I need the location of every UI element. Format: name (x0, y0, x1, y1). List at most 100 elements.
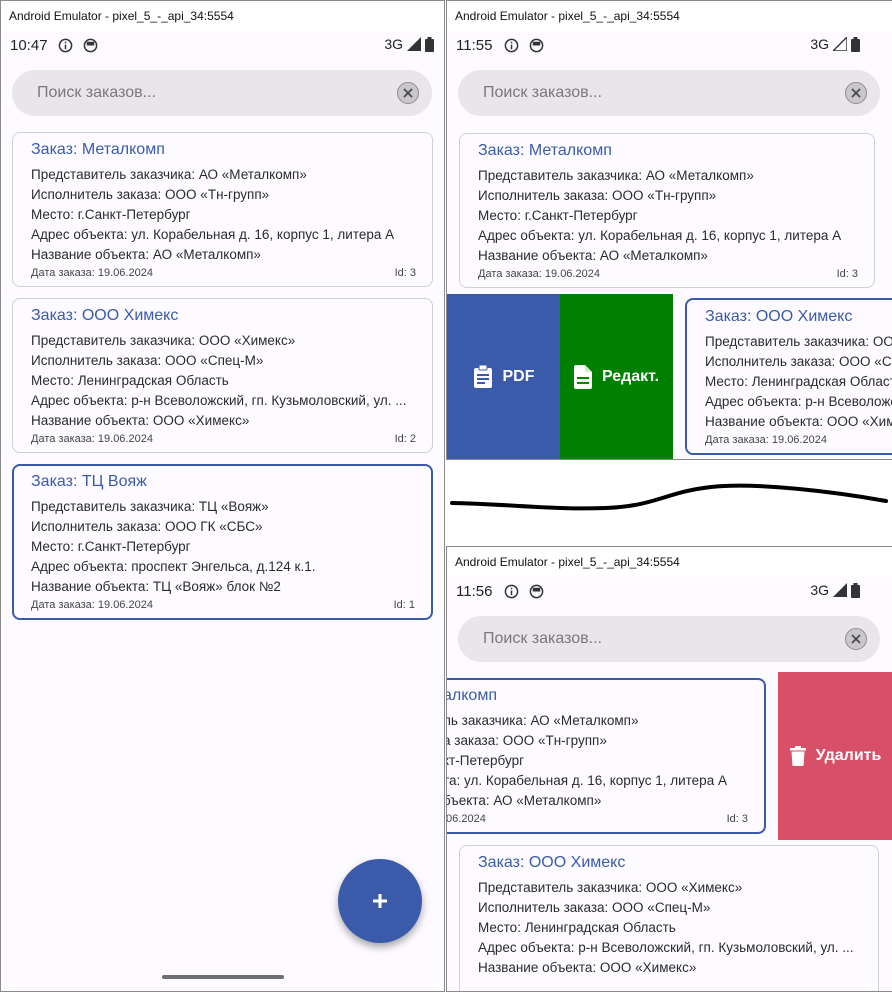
order-place: Место: Ленинградская Область (31, 373, 229, 388)
order-executor: Исполнитель заказа: ООО «Спец-М» (31, 353, 264, 368)
order-object: Название объекта: ООО «Химекс» (31, 413, 250, 428)
order-representative: Представитель заказчика: ТЦ «Вояж» (31, 499, 269, 514)
order-id: Id: 3 (726, 813, 748, 825)
status-time: 11:55 (456, 37, 493, 54)
search-input[interactable]: Поиск заказов... (483, 630, 602, 648)
order-executor: Исполнитель заказа: ООО ГК «СБС» (31, 519, 263, 534)
order-id: Id: 2 (394, 433, 416, 445)
order-object: бъекта: АО «Металкомп» (447, 793, 602, 808)
delete-label: Удалить (815, 747, 882, 764)
window-title: Android Emulator - pixel_5_-_api_34:5554 (447, 1, 892, 31)
order-place: Место: г.Санкт-Петербург (478, 208, 638, 223)
order-address: Адрес объекта: р-н Всеволожский, гп. Куз… (705, 394, 892, 409)
battery-icon (425, 36, 434, 52)
order-date: Дата заказа: 19.06.2024 (31, 267, 153, 279)
emulator-window-3: Android Emulator - pixel_5_-_api_34:5554… (446, 546, 892, 992)
status-right: 3G (810, 36, 860, 52)
gesture-nav-bar[interactable] (162, 975, 284, 979)
info-icon (58, 38, 73, 53)
order-representative: Представитель заказчика: АО «Металкомп» (31, 167, 307, 182)
order-date: .06.2024 (447, 813, 486, 825)
order-representative: ль заказчика: АО «Металкомп» (447, 713, 639, 728)
order-title: Заказ: Металкомп (478, 142, 612, 159)
order-card[interactable]: Заказ: ООО Химекс Представитель заказчик… (12, 298, 433, 453)
close-icon (851, 88, 861, 98)
pdf-action-button[interactable]: PDF (447, 294, 560, 459)
status-bar: 11:56 3G (447, 577, 892, 607)
order-title: Заказ: ООО Химекс (705, 308, 853, 325)
order-date: Дата заказа: 19.06.2024 (31, 599, 153, 611)
info-icon (504, 38, 519, 53)
close-icon (851, 634, 861, 644)
delete-action-button[interactable]: Удалить (778, 672, 892, 840)
order-representative: Представитель заказчика: ООО «Химекс» (31, 333, 296, 348)
order-address: Адрес объекта: ул. Корабельная д. 16, ко… (478, 228, 842, 243)
order-id: Id: 1 (393, 599, 415, 611)
close-icon (403, 88, 413, 98)
edit-action-button[interactable]: Редакт. (560, 294, 673, 459)
order-place: Место: Ленинградская Область (478, 920, 676, 935)
order-object: Название объекта: АО «Металкомп» (478, 248, 708, 263)
order-address: Адрес объекта: р-н Всеволожский, гп. Куз… (478, 940, 854, 955)
order-address: Адрес объекта: проспект Энгельса, д.124 … (31, 559, 316, 574)
document-icon (573, 365, 592, 389)
order-card[interactable]: Заказ: ТЦ Вояж Представитель заказчика: … (12, 464, 433, 620)
search-bar[interactable]: Поиск заказов... (458, 70, 880, 116)
order-title: Заказ: Металкомп (31, 141, 165, 158)
add-order-button[interactable] (338, 859, 422, 943)
edit-label: Редакт. (601, 368, 660, 385)
status-right: 3G (810, 582, 860, 598)
search-bar[interactable]: Поиск заказов... (458, 616, 880, 662)
order-card[interactable]: Заказ: Металкомп Представитель заказчика… (459, 133, 875, 288)
network-label: 3G (810, 36, 829, 52)
status-time: 11:56 (456, 583, 493, 600)
order-executor: Исполнитель заказа: ООО «Тн-групп» (478, 188, 717, 203)
order-title: Заказ: ТЦ Вояж (31, 473, 147, 490)
order-title: Заказ: ООО Химекс (31, 307, 179, 324)
order-executor: а заказа: ООО «Тн-групп» (447, 733, 607, 748)
order-card[interactable]: Заказ: ООО Химекс Представитель заказчик… (459, 845, 879, 991)
signal-icon (833, 37, 847, 51)
order-place: Место: г.Санкт-Петербург (31, 539, 191, 554)
info-icon (504, 584, 519, 599)
plus-icon (373, 894, 387, 908)
network-label: 3G (384, 36, 403, 52)
order-date: Дата заказа: 19.06.2024 (705, 434, 827, 446)
app-screen: 10:47 3G Поиск заказов... Заказ: Металко… (1, 31, 444, 991)
battery-icon (851, 36, 860, 52)
search-input[interactable]: Поиск заказов... (483, 84, 602, 102)
clear-search-button[interactable] (845, 628, 867, 650)
emulator-window-2: Android Emulator - pixel_5_-_api_34:5554… (446, 0, 892, 460)
order-address: Адрес объекта: ул. Корабельная д. 16, ко… (31, 227, 395, 242)
order-address: Адрес объекта: р-н Всеволожский, гп. Куз… (31, 393, 407, 408)
order-card[interactable]: алкомп ль заказчика: АО «Металкомп» а за… (447, 678, 766, 834)
emulator-window-1: Android Emulator - pixel_5_-_api_34:5554… (0, 0, 445, 992)
order-object: Название объекта: ООО «Химекс» (705, 414, 892, 429)
order-date: Дата заказа: 19.06.2024 (31, 433, 153, 445)
clear-search-button[interactable] (845, 82, 867, 104)
order-representative: Представитель заказчика: ООО «Химекс» (478, 880, 743, 895)
clipboard-icon (473, 365, 492, 388)
search-input[interactable]: Поиск заказов... (37, 84, 156, 102)
order-executor: Исполнитель заказа: ООО «Спец-М» (705, 354, 892, 369)
order-title: алкомп (447, 687, 497, 704)
window-title: Android Emulator - pixel_5_-_api_34:5554 (1, 1, 444, 31)
app-screen: 11:55 3G Поиск заказов... Заказ: Металко… (447, 31, 892, 459)
order-object: Название объекта: ТЦ «Вояж» блок №2 (31, 579, 281, 594)
separator-stroke (450, 483, 888, 511)
window-title: Android Emulator - pixel_5_-_api_34:5554 (447, 547, 892, 577)
order-place: кт-Петербург (447, 753, 525, 768)
battery-icon (851, 582, 860, 598)
order-representative: Представитель заказчика: ООО «Химекс» (705, 334, 892, 349)
app-status-icon (83, 38, 98, 53)
order-id: Id: 3 (394, 267, 416, 279)
status-bar: 11:55 3G (447, 31, 892, 61)
order-card[interactable]: Заказ: ООО Химекс Представитель заказчик… (685, 298, 892, 455)
order-address: та: ул. Корабельная д. 16, корпус 1, лит… (447, 773, 727, 788)
app-status-icon (529, 38, 544, 53)
order-card[interactable]: Заказ: Металкомп Представитель заказчика… (12, 132, 433, 287)
order-title: Заказ: ООО Химекс (478, 854, 626, 871)
search-bar[interactable]: Поиск заказов... (12, 70, 432, 116)
clear-search-button[interactable] (397, 82, 419, 104)
app-screen: 11:56 3G Поиск заказов... алкомп ль зака… (447, 577, 892, 991)
